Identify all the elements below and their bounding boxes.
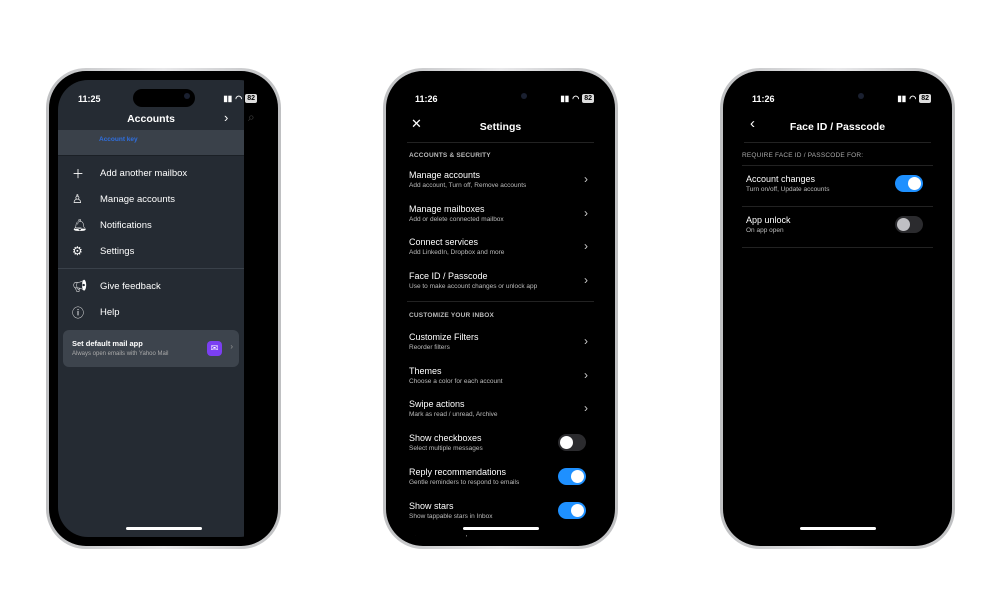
section-header: REQUIRE FACE ID / PASSCODE FOR: <box>742 152 864 159</box>
search-icon: ⌕ <box>248 110 255 124</box>
chevron-right-icon: › <box>584 205 588 220</box>
menu-add-mailbox[interactable]: ＋ Add another mailbox <box>72 165 187 181</box>
home-indicator <box>799 527 876 530</box>
menu-label: Settings <box>100 245 135 257</box>
megaphone-icon: 📢︎ <box>72 279 88 293</box>
settings-item[interactable]: Manage mailboxes Add or delete connected … <box>409 204 592 236</box>
settings-item[interactable]: Customize Filters Reorder filters › <box>409 332 592 364</box>
setting-app-unlock: App unlock On app open <box>746 215 929 247</box>
item-subtitle: Use to make account changes or unlock ap… <box>409 283 538 291</box>
item-subtitle: Reorder filters <box>409 344 450 351</box>
settings-item[interactable]: Reply recommendations Gentle reminders to… <box>409 467 592 499</box>
item-subtitle: Add or delete connected mailbox <box>409 215 504 223</box>
menu-help[interactable]: ⓘ Help <box>72 304 120 320</box>
item-title: Customize Filters <box>409 332 479 342</box>
chevron-right-icon: › <box>584 367 588 382</box>
menu-give-feedback[interactable]: 📢︎ Give feedback <box>72 278 161 294</box>
account-key-link[interactable]: Account key <box>99 136 138 143</box>
item-title: Themes <box>409 365 442 376</box>
setting-toggle[interactable] <box>558 434 586 452</box>
menu-label: Notifications <box>100 219 152 231</box>
menu-label: Manage accounts <box>100 193 175 205</box>
account-changes-toggle[interactable] <box>895 175 923 192</box>
chevron-right-icon: › <box>584 172 588 186</box>
chevron-right-icon: › <box>230 342 233 351</box>
item-title: Swipe actions <box>409 399 465 410</box>
item-title: Connect services <box>409 237 479 248</box>
menu-label: Give feedback <box>100 280 161 292</box>
plus-icon: ＋ <box>72 166 85 181</box>
item-title: Manage mailboxes <box>409 203 485 214</box>
settings-item[interactable]: Themes Choose a color for each account › <box>409 366 592 398</box>
settings-item[interactable]: Show checkboxes Select multiple messages <box>409 433 592 465</box>
settings-item[interactable]: Connect services Add LinkedIn, Dropbox an… <box>409 237 592 269</box>
settings-item[interactable]: Manage accounts Add account, Turn off, Re… <box>409 170 592 202</box>
phone-faceid: 11:26 ▮▮ ◠ 82 ‹ Face ID / Passcode REQUIRE … <box>720 68 955 549</box>
menu-notifications[interactable]: 🔔︎ Notifications <box>72 217 152 233</box>
mail-icon: ✉ <box>207 341 222 356</box>
item-subtitle: Mark as read / unread, Archive <box>409 411 498 419</box>
default-mail-card[interactable]: Set default mail app Always open emails … <box>63 330 239 367</box>
item-title: Manage accounts <box>409 170 481 180</box>
setting-toggle[interactable] <box>558 501 586 519</box>
phone-accounts: Account key ＋ Add another mailbox ♙ Manage… <box>46 68 281 549</box>
app-unlock-toggle[interactable] <box>895 216 923 233</box>
menu-manage-accounts[interactable]: ♙ Manage accounts <box>72 191 175 207</box>
item-title: Show checkboxes <box>409 433 482 444</box>
accounts-drawer: Account key ＋ Add another mailbox ♙ Manage… <box>58 80 244 537</box>
page-title: Settings <box>479 121 522 133</box>
item-title: Face ID / Passcode <box>409 271 488 282</box>
settings-item[interactable]: Message preview <box>409 534 592 537</box>
page-title: Accounts <box>127 113 175 125</box>
bell-icon: 🔔︎ <box>72 218 88 232</box>
chevron-right-icon[interactable]: › <box>224 110 228 125</box>
person-icon: ♙ <box>72 192 83 206</box>
page-title: Face ID / Passcode <box>789 121 886 133</box>
item-subtitle: Select multiple messages <box>409 445 483 453</box>
home-indicator <box>462 527 539 530</box>
card-title: Set default mail app <box>72 339 143 348</box>
item-subtitle: Add LinkedIn, Dropbox and more <box>409 249 505 257</box>
section-header: ACCOUNTS & SECURITY <box>409 152 491 159</box>
item-subtitle: Show tappable stars in Inbox <box>409 512 493 520</box>
account-row[interactable]: Account key <box>58 130 244 155</box>
section-header: CUSTOMIZE YOUR INBOX <box>409 312 495 319</box>
item-title: Reply recommendations <box>409 466 507 477</box>
home-indicator <box>125 527 202 530</box>
chevron-right-icon: › <box>584 401 588 416</box>
chevron-right-icon: › <box>584 273 588 288</box>
phone-settings: 11:26 ▮▮ ◠ 82 ✕ Settings ACCOUNTS & SECURIT… <box>383 68 618 549</box>
chevron-right-icon: › <box>584 239 588 254</box>
chevron-right-icon: › <box>584 334 588 348</box>
item-subtitle: Gentle reminders to respond to emails <box>409 478 520 486</box>
setting-toggle[interactable] <box>558 467 586 485</box>
item-title: Show stars <box>409 500 454 511</box>
item-subtitle: Add account, Turn off, Remove accounts <box>409 182 527 189</box>
menu-settings[interactable]: ⚙ Settings <box>72 243 134 259</box>
item-subtitle: Choose a color for each account <box>409 377 503 385</box>
settings-item[interactable]: Swipe actions Mark as read / unread, Arch… <box>409 399 592 431</box>
menu-label: Add another mailbox <box>100 167 188 179</box>
menu-label: Help <box>100 306 120 318</box>
item-title: Message preview <box>409 534 479 537</box>
setting-account-changes: Account changes Turn on/off, Update accou… <box>746 174 929 206</box>
question-icon: ⓘ <box>72 305 85 320</box>
gear-icon: ⚙ <box>72 244 83 258</box>
settings-item[interactable]: Face ID / Passcode Use to make account ch… <box>409 271 592 303</box>
card-subtitle: Always open emails with Yahoo Mail <box>72 351 169 357</box>
